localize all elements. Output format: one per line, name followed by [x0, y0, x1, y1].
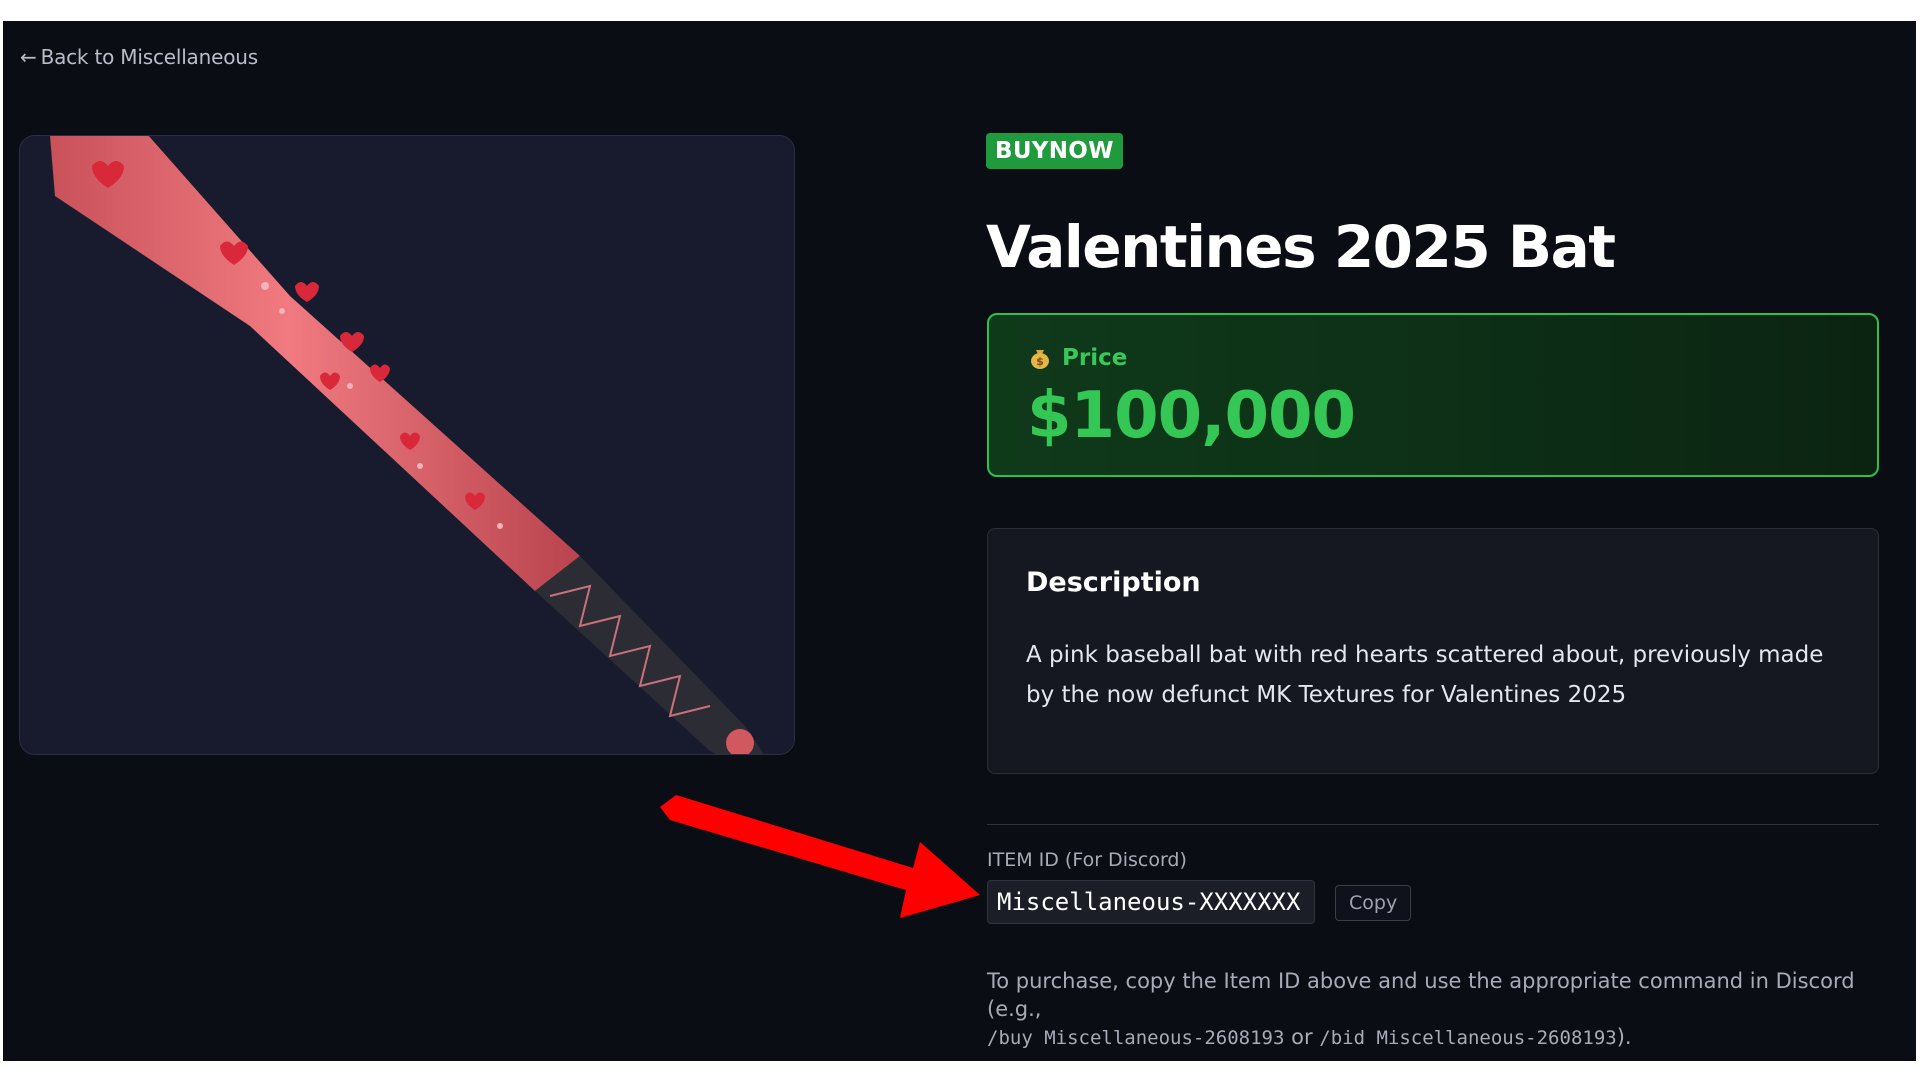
baseball-bat-image [20, 136, 794, 754]
price-label: Price [1062, 345, 1128, 371]
instructions-prefix: To purchase, copy the Item ID above and … [987, 969, 1855, 1021]
item-title: Valentines 2025 Bat [986, 213, 1616, 281]
back-to-category-link[interactable]: ← Back to Miscellaneous [20, 45, 258, 69]
price-label-row: $ Price [1028, 345, 1127, 371]
price-card: $ Price $100,000 [987, 313, 1879, 477]
copy-item-id-button[interactable]: Copy [1335, 885, 1412, 921]
item-image [19, 135, 795, 755]
svg-text:$: $ [1036, 355, 1044, 368]
item-id-value: Miscellaneous-XXXXXXX [997, 888, 1301, 916]
buy-command: /buy Miscellaneous-2608193 [987, 1027, 1285, 1049]
item-id-field[interactable]: Miscellaneous-XXXXXXX [987, 880, 1316, 924]
money-bag-icon: $ [1031, 350, 1049, 369]
description-body: A pink baseball bat with red hearts scat… [1026, 642, 1824, 708]
price-value: $100,000 [1027, 379, 1356, 453]
item-id-label: ITEM ID (For Discord) [987, 849, 1187, 871]
section-divider [987, 824, 1879, 825]
description-card: Description A pink baseball bat with red… [987, 528, 1879, 774]
instructions-or: or [1291, 1025, 1313, 1049]
description-title: Description [1026, 567, 1201, 598]
bid-command: /bid Miscellaneous-2608193 [1319, 1027, 1617, 1049]
page-background: ← Back to Miscellaneous BUYNOW Valentine… [3, 21, 1916, 1061]
purchase-instructions: To purchase, copy the Item ID above and … [987, 967, 1887, 1052]
back-arrow-icon: ← [20, 45, 37, 69]
back-link-label: Back to Miscellaneous [40, 45, 259, 69]
listing-type-badge: BUYNOW [986, 133, 1123, 169]
instructions-suffix: ). [1616, 1025, 1632, 1049]
copy-button-label: Copy [1349, 892, 1398, 914]
